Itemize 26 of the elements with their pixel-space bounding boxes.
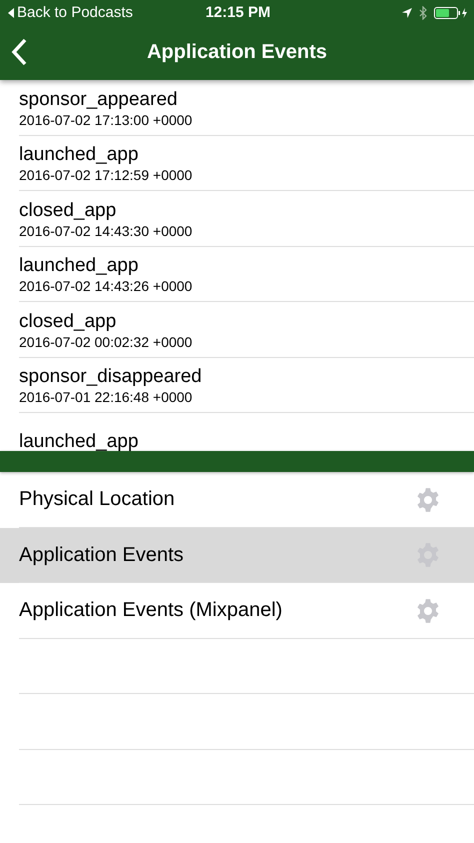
event-name: closed_app [19,198,118,222]
event-timestamp: 2016-07-02 14:43:30 +0000 [19,222,194,240]
event-timestamp: 2016-07-02 17:13:00 +0000 [19,110,194,129]
event-timestamp: 2016-07-02 14:43:26 +0000 [19,277,194,296]
event-name: sponsor_disappeared [19,365,203,388]
event-name: closed_app [19,310,118,333]
screen-title: Application Events [146,41,328,64]
location-arrow-icon [400,6,413,18]
settings-icon[interactable] [415,486,441,513]
clock-time: 12:15 PM [204,4,272,21]
event-timestamp: 2016-07-01 22:16:48 +0000 [19,388,194,406]
settings-icon[interactable] [415,598,441,624]
back-triangle-icon [8,8,14,18]
event-name: launched_app [19,143,140,166]
battery-charging-icon [434,6,468,20]
event-timestamp: 2016-07-02 17:12:59 +0000 [19,166,194,184]
source-list-item[interactable]: Application Events [0,528,474,583]
back-chevron-icon[interactable] [11,38,27,66]
bluetooth-icon [418,6,428,20]
event-name: sponsor_appeared [19,88,178,111]
event-name: launched_app [19,430,140,451]
back-to-app-link[interactable]: Back to Podcasts [8,4,162,21]
event-timestamp: 2016-07-02 00:02:32 +0000 [19,332,194,351]
source-list-item[interactable]: Physical Location [0,472,474,528]
event-name: launched_app [19,254,140,278]
source-list-item[interactable]: Application Events (Mixpanel) [0,583,474,638]
